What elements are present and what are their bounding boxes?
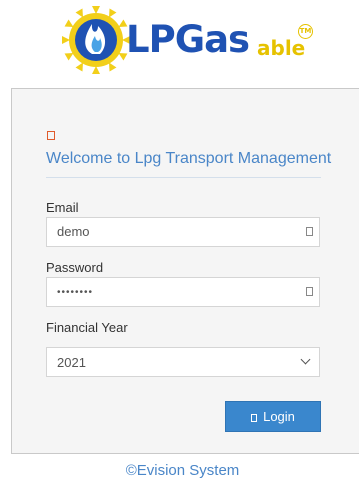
login-card: Welcome to Lpg Transport Management Emai…: [11, 88, 359, 454]
logo-text-able: able: [257, 36, 306, 60]
square-icon: [47, 131, 55, 140]
lock-icon: [306, 287, 313, 296]
login-label: Login: [263, 409, 295, 424]
email-value: demo: [57, 224, 90, 239]
logo-text: LPGas: [126, 18, 250, 61]
key-icon: [251, 414, 258, 422]
email-field[interactable]: demo: [46, 217, 320, 247]
user-icon: [306, 227, 313, 236]
login-button[interactable]: Login: [225, 401, 321, 432]
chevron-down-icon: [300, 354, 311, 365]
flame-sun-logo-icon: [62, 6, 130, 74]
financial-year-select[interactable]: 2021: [46, 347, 320, 377]
divider: [46, 177, 321, 178]
financial-year-label: Financial Year: [46, 320, 128, 335]
app-logo: LPGas able TM: [60, 4, 320, 76]
email-label: Email: [46, 200, 79, 215]
password-value: ••••••••: [57, 287, 94, 298]
footer-copyright: ©Evision System: [125, 462, 240, 479]
password-label: Password: [46, 260, 104, 275]
password-field[interactable]: ••••••••: [46, 277, 320, 307]
financial-year-value: 2021: [57, 355, 86, 370]
trademark-badge: TM: [298, 24, 313, 39]
welcome-heading: Welcome to Lpg Transport Management: [46, 150, 332, 167]
